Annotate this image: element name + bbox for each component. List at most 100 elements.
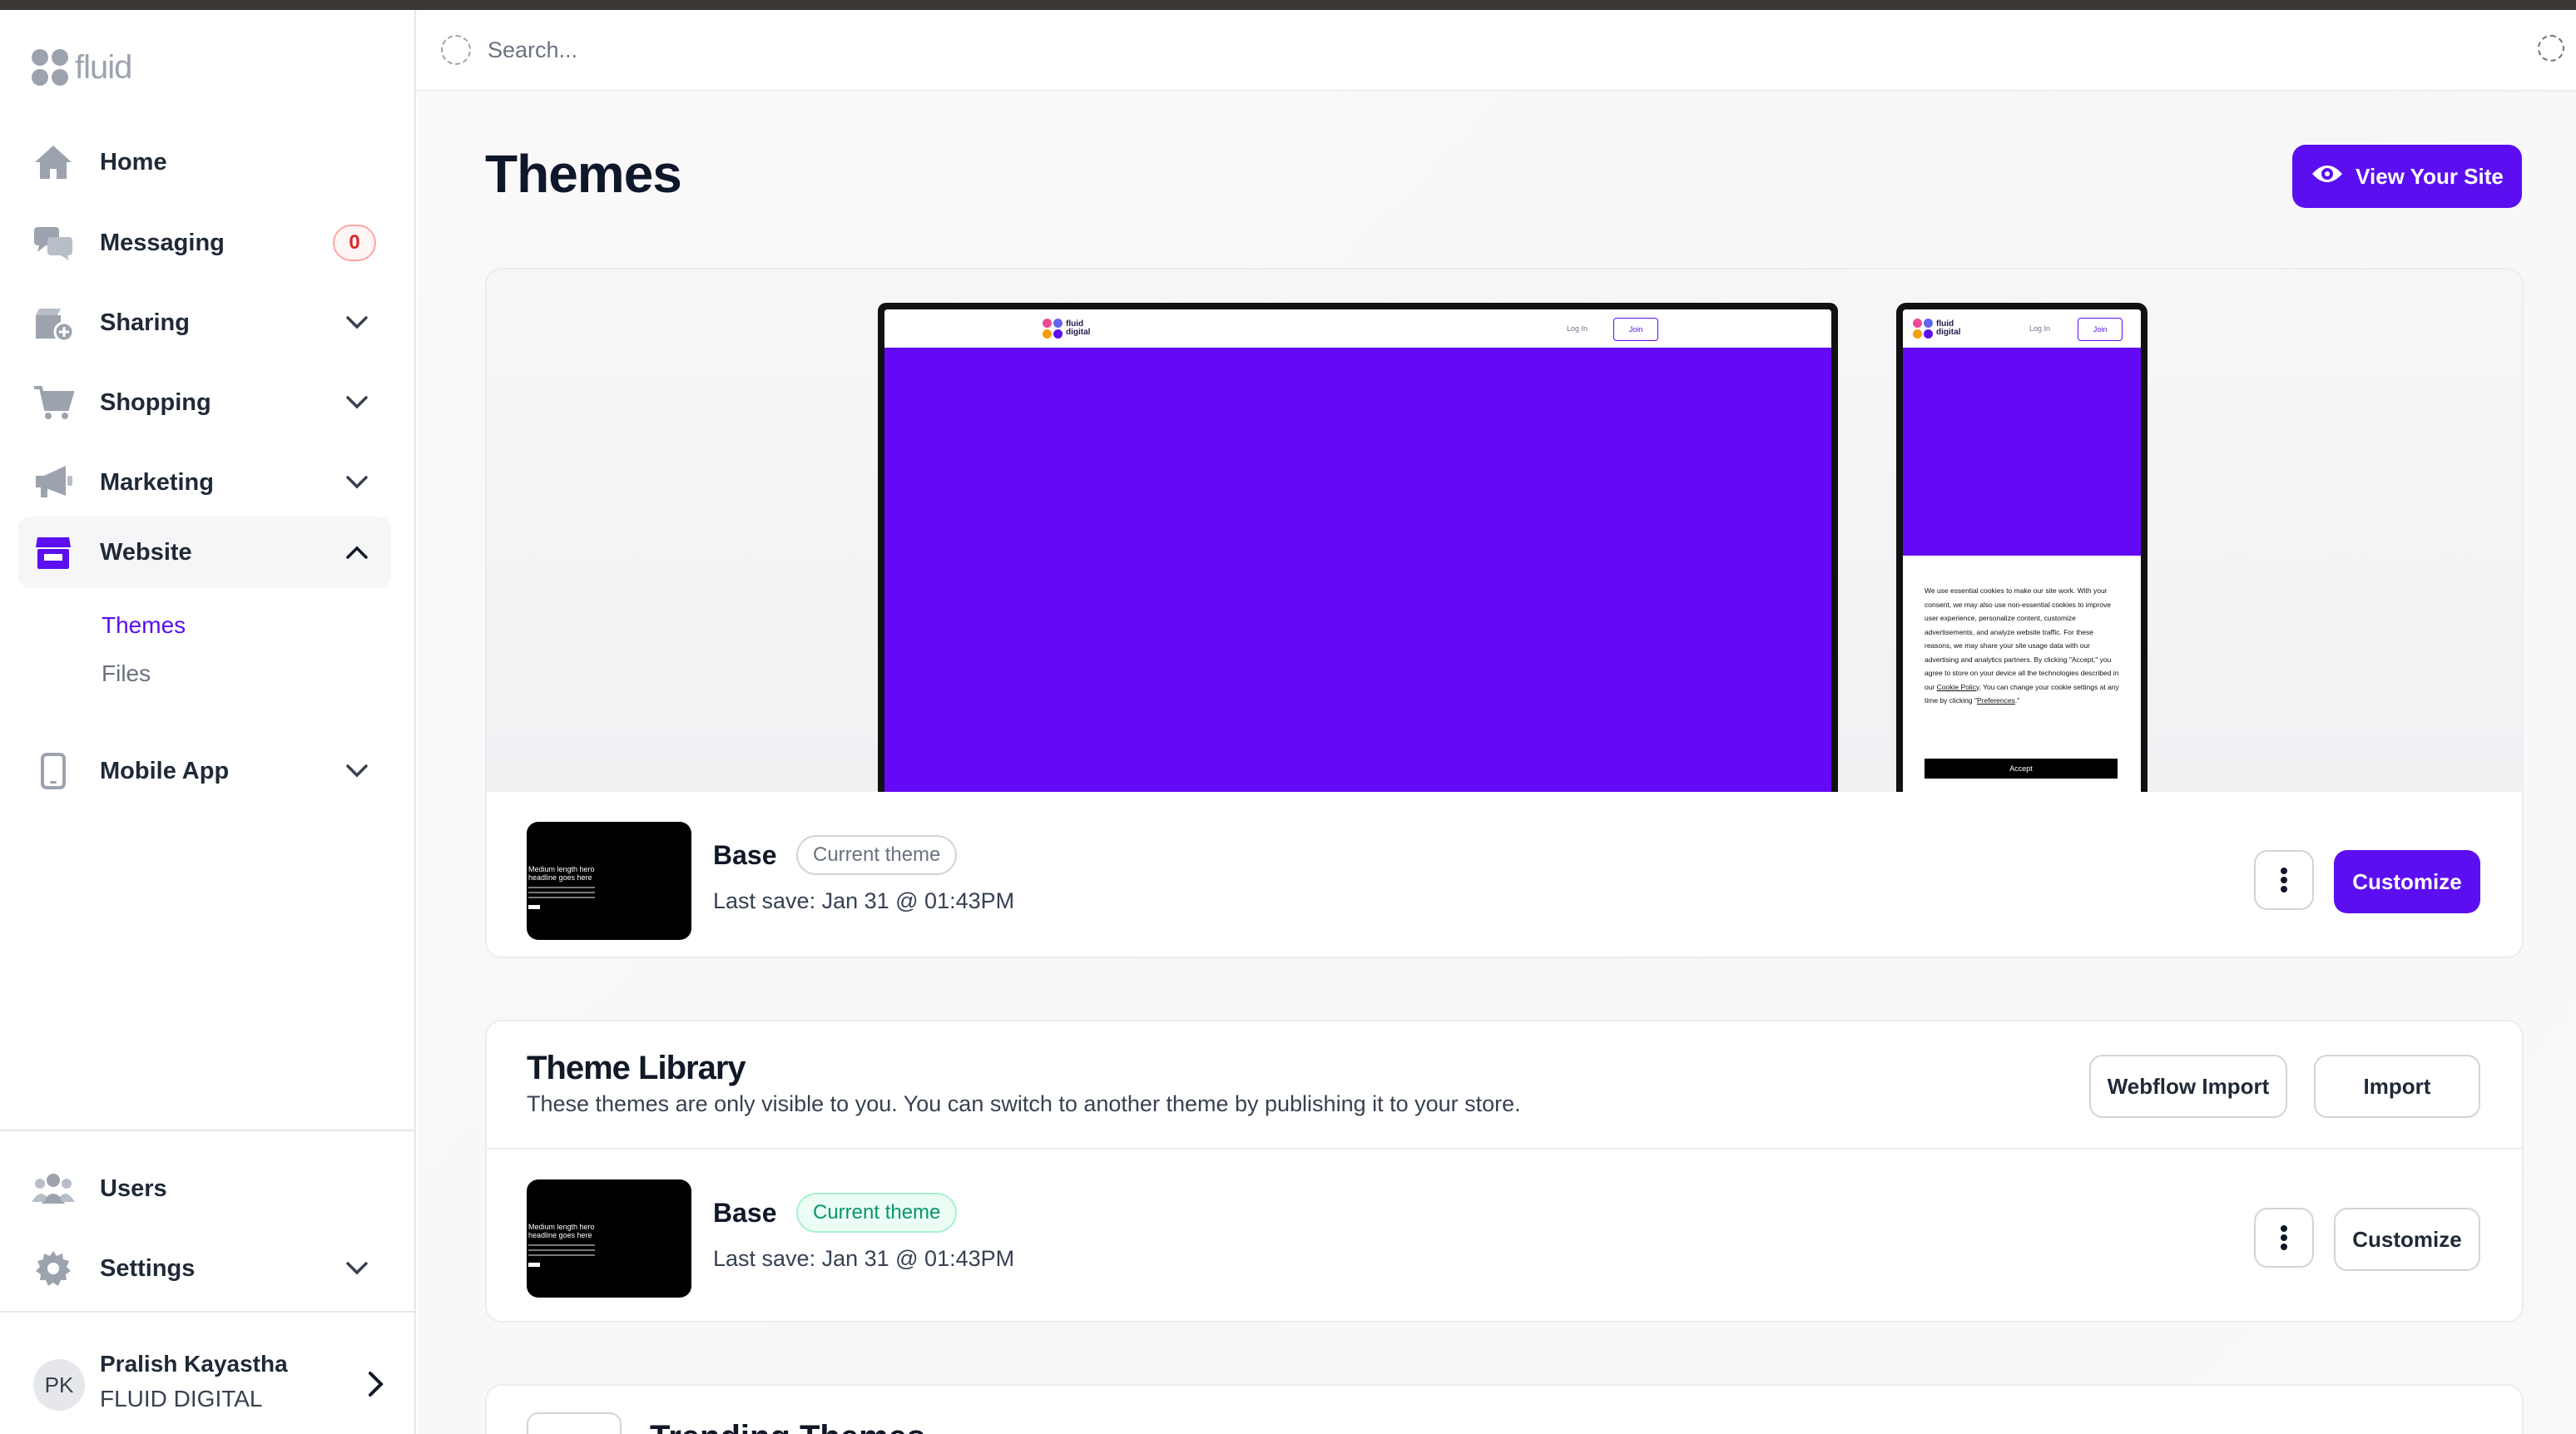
preview-hero-section bbox=[1903, 348, 2141, 556]
chevron-down-icon bbox=[343, 309, 371, 337]
avatar: PK bbox=[33, 1359, 85, 1411]
preview-hero-section bbox=[884, 348, 1831, 792]
preview-login-link: Log In bbox=[2029, 324, 2051, 333]
sidebar-item-website[interactable]: Website bbox=[18, 517, 391, 588]
status-badge: Current theme bbox=[796, 835, 958, 875]
logo-text: fluid bbox=[75, 48, 132, 86]
chevron-down-icon bbox=[343, 468, 371, 497]
section-title: Theme Library bbox=[527, 1050, 746, 1086]
logo-mark-icon bbox=[32, 49, 68, 86]
section-description: These themes are only visible to you. Yo… bbox=[527, 1091, 1521, 1116]
preview-join-button: Join bbox=[1613, 318, 1658, 341]
sidebar-item-label: Messaging bbox=[100, 229, 225, 256]
user-profile-menu[interactable]: PK Pralish Kayastha FLUID DIGITAL bbox=[32, 1347, 389, 1421]
preview-logo-text: fluid digital bbox=[1936, 319, 1961, 337]
sidebar-item-sharing[interactable]: Sharing bbox=[18, 287, 391, 358]
sidebar-item-messaging[interactable]: Messaging 0 bbox=[18, 207, 391, 279]
cart-icon bbox=[32, 381, 75, 424]
thumbnail-headline: Medium length hero headline goes here bbox=[528, 1223, 595, 1239]
chevron-right-icon bbox=[359, 1369, 389, 1399]
mobile-preview-frame: fluid digital Log In Join We use essenti… bbox=[1896, 303, 2147, 792]
customize-button[interactable]: Customize bbox=[2334, 1208, 2480, 1271]
theme-name: Base bbox=[713, 1198, 777, 1228]
sidebar-divider bbox=[0, 1311, 416, 1313]
current-theme-card: fluid digital Log In Join fluid digital … bbox=[485, 268, 2524, 958]
chevron-down-icon bbox=[343, 757, 371, 785]
cookie-banner-text: We use essential cookies to make our sit… bbox=[1925, 586, 2119, 705]
preview-site-logo: fluid digital bbox=[1913, 319, 1969, 339]
desktop-preview-frame: fluid digital Log In Join bbox=[878, 303, 1838, 792]
sidebar-subitem-themes[interactable]: Themes bbox=[102, 612, 186, 639]
preview-site-navbar: fluid digital Log In Join bbox=[1903, 309, 2141, 348]
sidebar-item-home[interactable]: Home bbox=[18, 126, 391, 198]
theme-name: Base bbox=[713, 840, 777, 870]
view-your-site-button[interactable]: View Your Site bbox=[2292, 145, 2522, 208]
section-title: Trending Themes bbox=[650, 1419, 925, 1434]
current-theme-row: Medium length hero headline goes here Ba… bbox=[487, 792, 2522, 957]
page-title: Themes bbox=[485, 144, 682, 204]
sidebar-item-label: Shopping bbox=[100, 388, 211, 416]
sidebar-subitem-files[interactable]: Files bbox=[102, 660, 151, 687]
sidebar-item-label: Mobile App bbox=[100, 757, 230, 784]
theme-last-save: Last save: Jan 31 @ 01:43PM bbox=[713, 1246, 1015, 1271]
preview-site-navbar: fluid digital Log In Join bbox=[884, 309, 1831, 348]
theme-thumbnail[interactable]: Medium length hero headline goes here bbox=[527, 1179, 691, 1298]
thumbnail-headline: Medium length hero headline goes here bbox=[528, 865, 595, 882]
status-badge: Current theme bbox=[796, 1193, 958, 1233]
sidebar-item-marketing[interactable]: Marketing bbox=[18, 447, 391, 518]
thumbnail-button bbox=[528, 905, 540, 909]
theme-library-card: Theme Library These themes are only visi… bbox=[485, 1020, 2524, 1323]
home-icon bbox=[32, 141, 75, 184]
chevron-down-icon bbox=[343, 1254, 371, 1283]
user-name: Pralish Kayastha bbox=[100, 1351, 288, 1377]
webflow-import-button[interactable]: Webflow Import bbox=[2089, 1055, 2287, 1118]
theme-options-button[interactable] bbox=[2254, 850, 2314, 910]
theme-preview: fluid digital Log In Join fluid digital … bbox=[487, 269, 2522, 792]
theme-thumbnail[interactable]: Medium length hero headline goes here bbox=[527, 822, 691, 940]
sidebar-item-mobile-app[interactable]: Mobile App bbox=[18, 735, 391, 807]
sidebar-item-label: Users bbox=[100, 1174, 167, 1202]
megaphone-icon bbox=[32, 461, 75, 504]
window-top-bar bbox=[0, 0, 2576, 10]
storefront-icon bbox=[32, 531, 75, 574]
sidebar-item-label: Home bbox=[100, 148, 167, 176]
sidebar-item-shopping[interactable]: Shopping bbox=[18, 367, 391, 438]
chevron-up-icon bbox=[343, 538, 371, 566]
sidebar-item-settings[interactable]: Settings bbox=[18, 1233, 391, 1304]
desktop-preview-screen: fluid digital Log In Join bbox=[884, 309, 1831, 792]
more-vertical-icon bbox=[2281, 1225, 2287, 1250]
loading-spinner-icon[interactable] bbox=[2538, 35, 2564, 62]
sidebar: fluid Home Messaging 0 Sharing Shopping bbox=[0, 10, 416, 1434]
sidebar-item-label: Sharing bbox=[100, 309, 190, 336]
chevron-down-icon bbox=[343, 388, 371, 417]
preview-login-link: Log In bbox=[1567, 324, 1588, 333]
search-input[interactable] bbox=[488, 37, 987, 63]
preview-join-button: Join bbox=[2078, 318, 2123, 341]
user-organization: FLUID DIGITAL bbox=[100, 1386, 263, 1412]
theme-options-button[interactable] bbox=[2254, 1208, 2314, 1268]
unread-count-badge: 0 bbox=[333, 225, 376, 261]
sidebar-item-label: Settings bbox=[100, 1254, 196, 1282]
import-button[interactable]: Import bbox=[2314, 1055, 2480, 1118]
messages-icon bbox=[32, 221, 75, 265]
global-search bbox=[441, 32, 1023, 68]
sidebar-item-label: Website bbox=[100, 538, 192, 566]
gear-icon bbox=[32, 1247, 75, 1290]
preview-logo-icon bbox=[1913, 319, 1933, 339]
library-theme-row: Medium length hero headline goes here Ba… bbox=[487, 1150, 2522, 1316]
sidebar-divider bbox=[0, 1130, 416, 1131]
mobile-phone-icon bbox=[32, 749, 75, 793]
sidebar-item-users[interactable]: Users bbox=[18, 1153, 391, 1224]
preview-logo-icon bbox=[1043, 319, 1063, 339]
eye-icon bbox=[2311, 162, 2344, 191]
customize-button[interactable]: Customize bbox=[2334, 850, 2480, 913]
trending-thumbnail[interactable] bbox=[527, 1412, 622, 1434]
preview-logo-text: fluid digital bbox=[1066, 319, 1091, 337]
view-your-site-label: View Your Site bbox=[2356, 163, 2504, 189]
thumbnail-button bbox=[528, 1263, 540, 1267]
share-icon bbox=[32, 301, 75, 344]
search-icon bbox=[441, 35, 471, 65]
preview-site-logo: fluid digital bbox=[1043, 319, 1102, 339]
theme-last-save: Last save: Jan 31 @ 01:43PM bbox=[713, 888, 1015, 913]
app-logo[interactable]: fluid bbox=[32, 40, 132, 95]
